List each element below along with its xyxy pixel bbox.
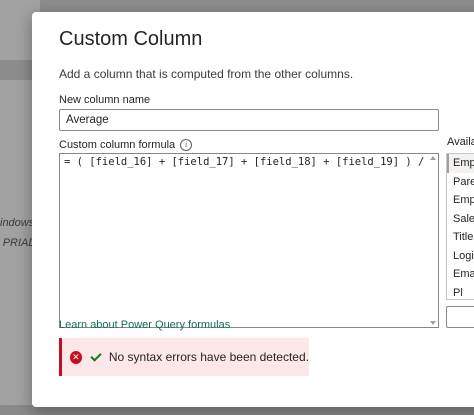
available-column-item[interactable]: Emp (447, 191, 474, 210)
custom-column-dialog: Custom Column Add a column that is compu… (32, 12, 474, 407)
info-icon[interactable]: i (180, 139, 193, 151)
formula-label-text: Custom column formula (59, 139, 176, 151)
available-columns-list[interactable]: Emp Pare Emp Sale Title Logi Ema Pl (446, 153, 474, 300)
syntax-status-bar: ✕ No syntax errors have been detected. (59, 338, 309, 376)
available-column-item[interactable]: Pl (447, 284, 474, 300)
available-columns-label: Availa (447, 136, 474, 148)
formula-text[interactable]: = ( [field_16] + [field_17] + [field_18]… (64, 156, 437, 168)
scroll-up-arrow-icon[interactable] (430, 156, 436, 160)
learn-formulas-link[interactable]: Learn about Power Query formulas (59, 319, 230, 331)
error-circle-icon: ✕ (70, 350, 82, 364)
available-column-item[interactable]: Emp (447, 154, 474, 173)
new-column-name-label: New column name (59, 94, 151, 106)
scroll-down-arrow-icon[interactable] (430, 321, 436, 325)
checkmark-icon (90, 351, 101, 363)
dialog-description: Add a column that is computed from the o… (59, 67, 354, 81)
available-column-item[interactable]: Sale (447, 210, 474, 229)
available-column-item[interactable]: Pare (447, 173, 474, 192)
new-column-name-input[interactable]: Average (59, 109, 439, 131)
formula-scrollbar[interactable] (428, 154, 438, 327)
insert-column-button[interactable] (446, 306, 474, 328)
available-column-item[interactable]: Title (447, 228, 474, 247)
syntax-status-message: No syntax errors have been detected. (108, 350, 309, 364)
available-column-item[interactable]: Ema (447, 265, 474, 284)
available-column-item[interactable]: Logi (447, 247, 474, 266)
formula-editor[interactable]: = ( [field_16] + [field_17] + [field_18]… (59, 153, 439, 328)
dialog-title: Custom Column (59, 28, 203, 50)
formula-label: Custom column formula i (59, 139, 193, 151)
